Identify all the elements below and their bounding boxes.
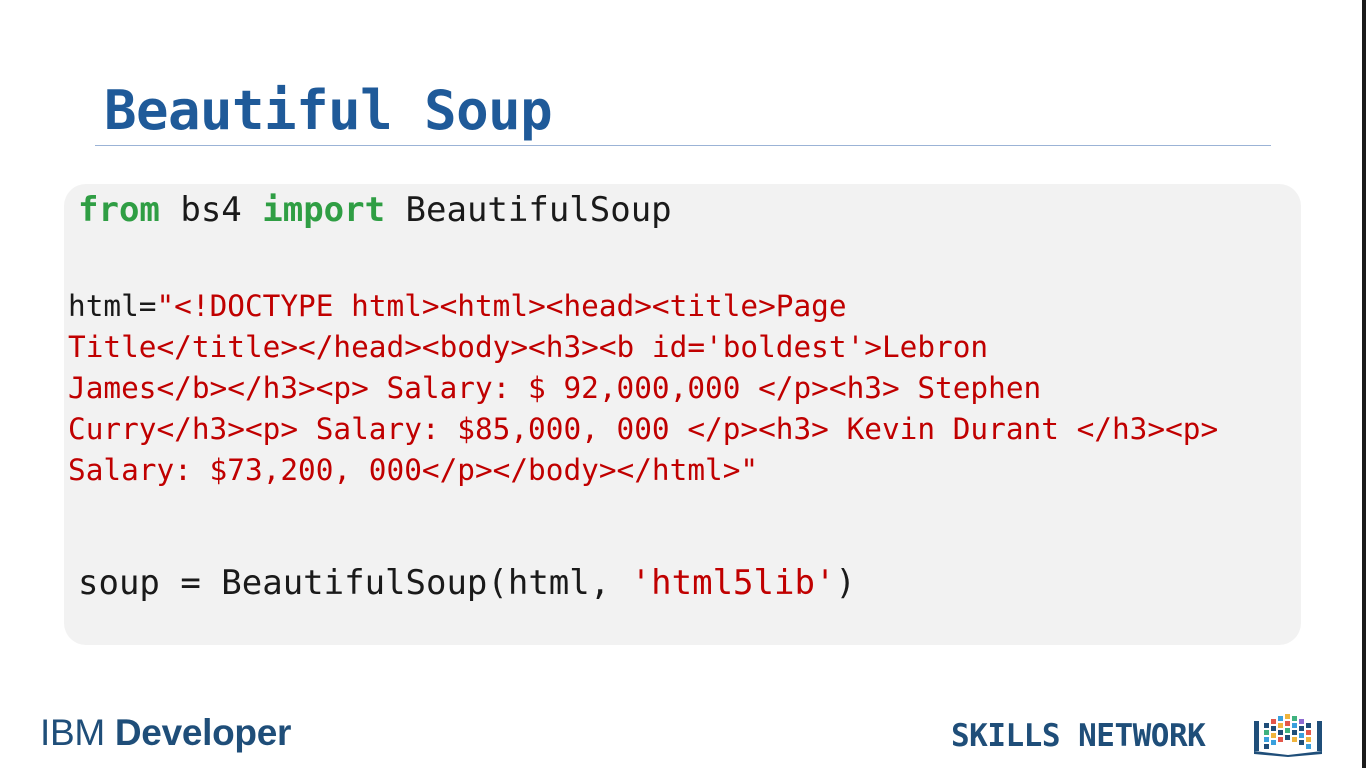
code-soup-line: soup = BeautifulSoup(html, 'html5lib'): [78, 560, 856, 606]
html-line-5: Salary: $73,200, 000</p></body></html>": [68, 453, 759, 487]
ibm-text: IBM: [40, 712, 115, 753]
code-import-line: from bs4 import BeautifulSoup: [78, 188, 672, 232]
slide-title: Beautiful Soup: [104, 79, 553, 142]
slide: Beautiful Soup from bs4 import Beautiful…: [0, 0, 1362, 768]
title-divider: [95, 145, 1271, 146]
parser-string: 'html5lib': [630, 563, 836, 603]
soup-call-close: ): [835, 563, 856, 603]
skills-network-book-icon: [1254, 714, 1322, 757]
imported-name: BeautifulSoup: [385, 190, 672, 230]
module-name: bs4: [159, 190, 263, 230]
html-line-1: html="<!DOCTYPE html><html><head><title>…: [68, 286, 1300, 327]
window-edge: [1362, 0, 1366, 768]
soup-call: soup = BeautifulSoup(html,: [78, 563, 631, 603]
html-line-4: Curry</h3><p> Salary: $85,000, 000 </p><…: [68, 412, 1219, 446]
code-html-assignment: html="<!DOCTYPE html><html><head><title>…: [68, 286, 1300, 491]
keyword-import: import: [262, 190, 386, 230]
html-line-2: Title</title></head><body><h3><b id='bol…: [68, 330, 989, 364]
keyword-from: from: [78, 190, 160, 230]
skills-network-text: SKILLS NETWORK: [951, 718, 1206, 754]
html-variable: html=: [68, 289, 157, 323]
developer-text: Developer: [114, 712, 292, 753]
html-string-part: "<!DOCTYPE html><html><head><title>Page: [156, 289, 847, 323]
html-line-3: James</b></h3><p> Salary: $ 92,000,000 <…: [68, 371, 1042, 405]
ibm-developer-logo: IBM Developer: [40, 711, 291, 755]
